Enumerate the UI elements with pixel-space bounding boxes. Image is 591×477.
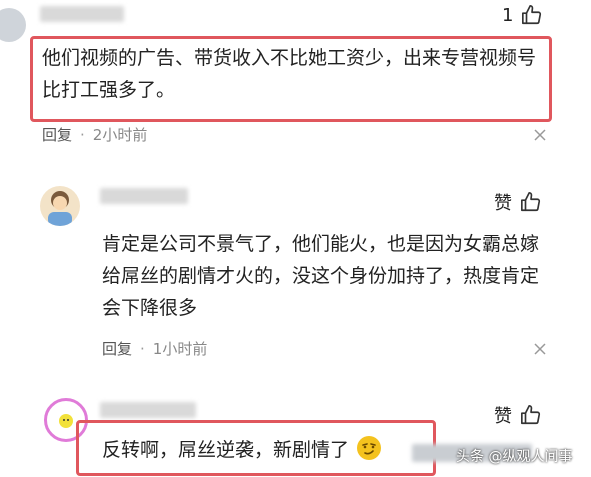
like-count: 1 — [502, 4, 514, 26]
username[interactable] — [100, 402, 196, 418]
comment-body: 反转啊，屌丝逆袭，新剧情了 — [102, 439, 350, 461]
more-options-icon[interactable] — [533, 128, 547, 142]
avatar[interactable] — [40, 186, 80, 226]
smirk-emoji-icon — [355, 434, 383, 472]
timestamp: 1小时前 — [152, 340, 208, 358]
avatar[interactable] — [0, 8, 26, 42]
like-label: 赞 — [494, 193, 512, 214]
thumbs-up-icon — [521, 4, 543, 26]
comment-meta: 回复 · 2小时前 — [42, 126, 148, 144]
like-label: 赞 — [494, 406, 512, 427]
username[interactable] — [40, 6, 124, 22]
comment-meta: 回复 · 1小时前 — [102, 340, 208, 358]
like-button[interactable]: 赞 — [494, 189, 542, 215]
username[interactable] — [100, 188, 188, 204]
like-button[interactable]: 1 — [502, 4, 543, 26]
comment-text: 肯定是公司不景气了，他们能火，也是因为女霸总嫁给屌丝的剧情才火的，没这个身份加持… — [102, 233, 540, 319]
comment-text: 他们视频的广告、带货收入不比她工资少，出来专营视频号比打工强多了。 — [42, 47, 537, 101]
thumbs-up-icon — [520, 404, 542, 426]
comment-text: 反转啊，屌丝逆袭，新剧情了 — [102, 434, 432, 472]
watermark: 头条 @纵观人间事 — [456, 449, 573, 465]
timestamp: 2小时前 — [92, 126, 148, 144]
thumbs-up-icon — [520, 191, 542, 213]
like-button[interactable]: 赞 — [494, 402, 542, 428]
reply-button[interactable]: 回复 — [42, 126, 72, 144]
more-options-icon[interactable] — [533, 342, 547, 356]
reply-button[interactable]: 回复 — [102, 340, 132, 358]
